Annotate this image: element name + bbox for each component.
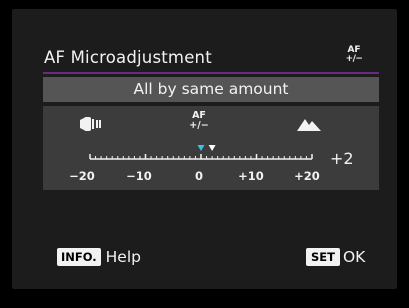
help-button[interactable]: INFO. Help bbox=[57, 248, 141, 266]
help-label: Help bbox=[105, 248, 141, 266]
current-value-marker bbox=[208, 145, 216, 151]
tick-label-minus-20: −20 bbox=[69, 169, 95, 183]
current-value-label: +2 bbox=[330, 149, 354, 168]
camera-menu-screen: AF Microadjustment AF +/− All by same am… bbox=[0, 0, 409, 308]
tick-label-plus-10: +10 bbox=[238, 169, 264, 183]
tick-label-minus-10: −10 bbox=[126, 169, 152, 183]
set-key-badge: SET bbox=[306, 248, 340, 266]
info-key-badge: INFO. bbox=[57, 248, 101, 266]
tick-label-plus-20: +20 bbox=[294, 169, 320, 183]
tick-label-zero: 0 bbox=[194, 169, 203, 183]
previous-value-marker bbox=[197, 145, 205, 151]
ok-label: OK bbox=[342, 248, 366, 266]
ok-button[interactable]: SET OK bbox=[306, 248, 365, 266]
